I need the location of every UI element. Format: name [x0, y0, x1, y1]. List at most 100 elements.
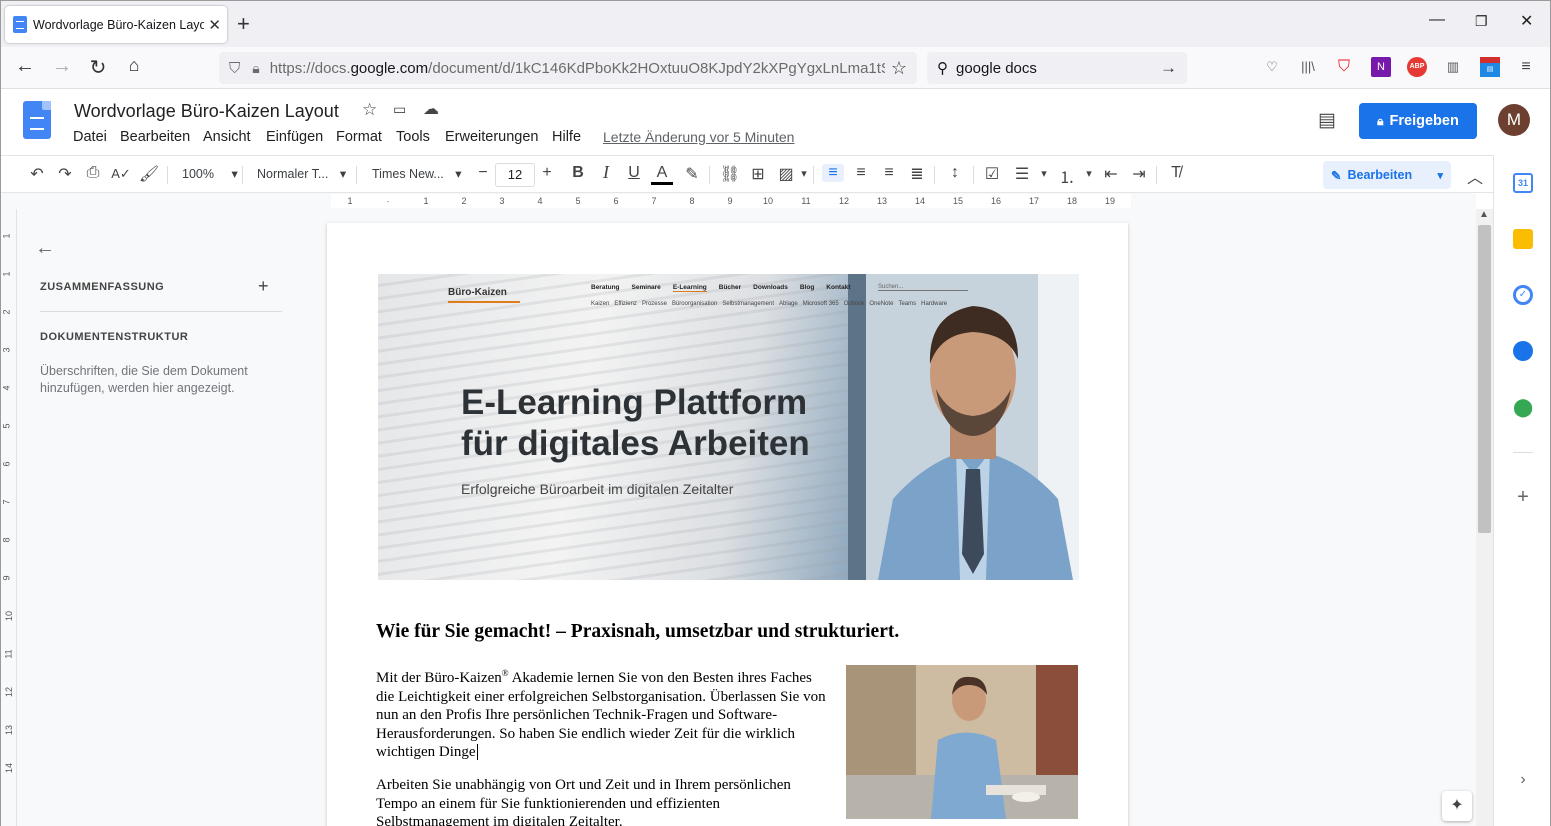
reader-view-icon[interactable]: ▥ — [1443, 57, 1463, 77]
increase-font-icon[interactable]: + — [536, 164, 558, 182]
menu-ansicht[interactable]: Ansicht — [203, 129, 251, 145]
font-select[interactable]: Times New... ▾ — [372, 166, 462, 181]
menu-hilfe[interactable]: Hilfe — [552, 129, 581, 145]
paragraph-1[interactable]: Mit der Büro-Kaizen® Akademie lernen Sie… — [376, 664, 831, 762]
maps-icon[interactable]: ⬤ — [1513, 397, 1533, 417]
menu-einfuegen[interactable]: Einfügen — [266, 129, 323, 145]
last-edit-link[interactable]: Letzte Änderung vor 5 Minuten — [603, 129, 794, 145]
bulleted-list-icon[interactable]: ☰ — [1011, 164, 1033, 184]
search-bar[interactable]: ⚲ google docs → — [927, 52, 1187, 84]
menu-bearbeiten[interactable]: Bearbeiten — [120, 129, 190, 145]
docs-header: Wordvorlage Büro-Kaizen Layout ☆ ▭ ☁ Dat… — [1, 89, 1550, 155]
banner-image[interactable]: Büro-Kaizen Beratung Seminare E-Learning… — [378, 274, 1079, 580]
expand-panel-icon[interactable]: › — [1513, 771, 1533, 791]
vpn-shield-icon[interactable]: ⛉ — [1334, 57, 1354, 77]
back-icon[interactable]: ← — [13, 55, 37, 78]
italic-icon[interactable]: I — [595, 162, 617, 183]
scrollbar-thumb[interactable] — [1478, 225, 1491, 533]
spellcheck-icon[interactable]: A✓ — [110, 166, 132, 182]
library-icon[interactable]: |||\ — [1298, 57, 1318, 77]
docs-logo-icon[interactable] — [23, 101, 51, 139]
home-icon[interactable]: ⌂ — [122, 55, 146, 76]
close-window-icon[interactable]: ✕ — [1520, 11, 1533, 31]
style-select[interactable]: Normaler T... ▾ — [257, 166, 346, 181]
star-icon[interactable]: ☆ — [362, 100, 377, 120]
checklist-icon[interactable]: ☑ — [981, 164, 1003, 184]
scroll-up-icon[interactable]: ▲ — [1479, 209, 1489, 220]
close-outline-icon[interactable]: ← — [35, 237, 55, 260]
pocket-icon[interactable]: ♡ — [1262, 57, 1282, 77]
calendar-icon[interactable]: 31 — [1513, 173, 1533, 193]
align-justify-icon[interactable]: ≣ — [906, 164, 928, 184]
chevron-down-icon[interactable]: ▾ — [1078, 167, 1100, 180]
cafe-man-photo[interactable] — [846, 665, 1078, 819]
highlight-icon[interactable]: ✎ — [681, 164, 703, 184]
bookmark-star-icon[interactable]: ☆ — [891, 58, 907, 79]
print-icon[interactable]: ⎙ — [82, 164, 104, 182]
onenote-icon[interactable]: N — [1371, 57, 1391, 77]
paint-format-icon[interactable]: 🖌︎ — [138, 164, 160, 184]
menu-erweiterungen[interactable]: Erweiterungen — [445, 129, 539, 145]
forward-icon[interactable]: → — [50, 55, 74, 78]
news-extension-icon[interactable]: ▤ — [1480, 57, 1500, 77]
document-heading[interactable]: Wie für Sie gemacht! – Praxisnah, umsetz… — [376, 621, 899, 643]
explore-icon[interactable]: ✦ — [1442, 791, 1472, 821]
horizontal-ruler[interactable]: 1 · 1 2 3 4 5 6 7 8 9 10 11 12 13 14 15 16 17 18 19 — [1, 193, 1476, 209]
vruler-mark: 14 — [4, 762, 15, 774]
increase-indent-icon[interactable]: ⇥ — [1128, 164, 1150, 184]
bold-icon[interactable]: B — [567, 164, 589, 182]
get-addons-icon[interactable]: + — [1513, 486, 1533, 508]
lock-icon[interactable]: 🔒︎ — [252, 60, 259, 77]
menu-icon[interactable]: ≡ — [1516, 57, 1536, 77]
restore-icon[interactable]: ❐ — [1475, 13, 1488, 30]
font-size-input[interactable]: 12 — [495, 163, 535, 187]
text-cursor — [476, 744, 478, 761]
url-bar[interactable]: ⛉ 🔒︎ https://docs.google.com/document/d/… — [219, 52, 917, 84]
avatar[interactable]: M — [1498, 104, 1530, 136]
chevron-down-icon[interactable]: ▾ — [1033, 167, 1055, 180]
comments-icon[interactable]: ▤ — [1318, 109, 1336, 132]
menu-datei[interactable]: Datei — [73, 129, 107, 145]
minimize-icon[interactable]: — — [1429, 11, 1445, 29]
editing-mode-button[interactable]: ✎ Bearbeiten ▾ — [1323, 161, 1451, 189]
numbered-list-icon[interactable]: ⒈ — [1056, 164, 1078, 188]
hide-menus-icon[interactable]: ︿ — [1464, 164, 1486, 188]
underline-icon[interactable]: U — [623, 164, 645, 182]
banner-subnav-item: Hardware — [921, 301, 948, 307]
document-title[interactable]: Wordvorlage Büro-Kaizen Layout — [74, 101, 339, 122]
paragraph-2[interactable]: Arbeiten Sie unabhängig von Ort und Zeit… — [376, 776, 831, 826]
line-spacing-icon[interactable]: ↕ — [944, 164, 966, 182]
align-left-icon[interactable]: ≡ — [822, 164, 844, 182]
menu-tools[interactable]: Tools — [396, 129, 430, 145]
adblock-icon[interactable]: ABP — [1407, 57, 1427, 77]
vertical-ruler[interactable]: 1 1 2 3 4 5 6 7 8 9 10 11 12 13 14 — [1, 209, 17, 826]
new-tab-button[interactable]: + — [237, 11, 250, 37]
zoom-select[interactable]: 100% ▾ — [182, 166, 238, 181]
add-summary-icon[interactable]: + — [258, 276, 269, 297]
decrease-font-icon[interactable]: − — [472, 164, 494, 182]
contacts-icon[interactable] — [1513, 341, 1533, 361]
undo-icon[interactable]: ↶ — [26, 164, 48, 184]
shield-icon[interactable]: ⛉ — [229, 60, 240, 77]
align-right-icon[interactable]: ≡ — [878, 164, 900, 182]
clear-formatting-icon[interactable]: T̸ — [1165, 164, 1187, 182]
menu-format[interactable]: Format — [336, 129, 382, 145]
move-folder-icon[interactable]: ▭ — [393, 101, 406, 118]
align-center-icon[interactable]: ≡ — [850, 164, 872, 182]
text-color-icon[interactable]: A — [651, 164, 673, 185]
tasks-icon[interactable]: ✓ — [1513, 285, 1533, 305]
link-icon[interactable]: ⛓ — [719, 164, 741, 184]
redo-icon[interactable]: ↷ — [54, 164, 76, 184]
keep-icon[interactable] — [1513, 229, 1533, 249]
add-comment-icon[interactable]: ⊞ — [747, 164, 769, 184]
chevron-down-icon[interactable]: ▾ — [793, 167, 815, 180]
docs-favicon-icon — [13, 16, 27, 33]
decrease-indent-icon[interactable]: ⇤ — [1100, 164, 1122, 184]
reload-icon[interactable]: ↻ — [86, 55, 110, 80]
close-tab-icon[interactable]: ✕ — [208, 16, 221, 34]
go-arrow-icon[interactable]: → — [1160, 58, 1177, 78]
banner-nav-item: Blog — [799, 284, 815, 291]
cloud-status-icon[interactable]: ☁ — [423, 99, 439, 119]
browser-tab[interactable]: Wordvorlage Büro-Kaizen Layout ✕ — [5, 6, 227, 43]
share-button[interactable]: 🔒︎ Freigeben — [1359, 103, 1477, 139]
